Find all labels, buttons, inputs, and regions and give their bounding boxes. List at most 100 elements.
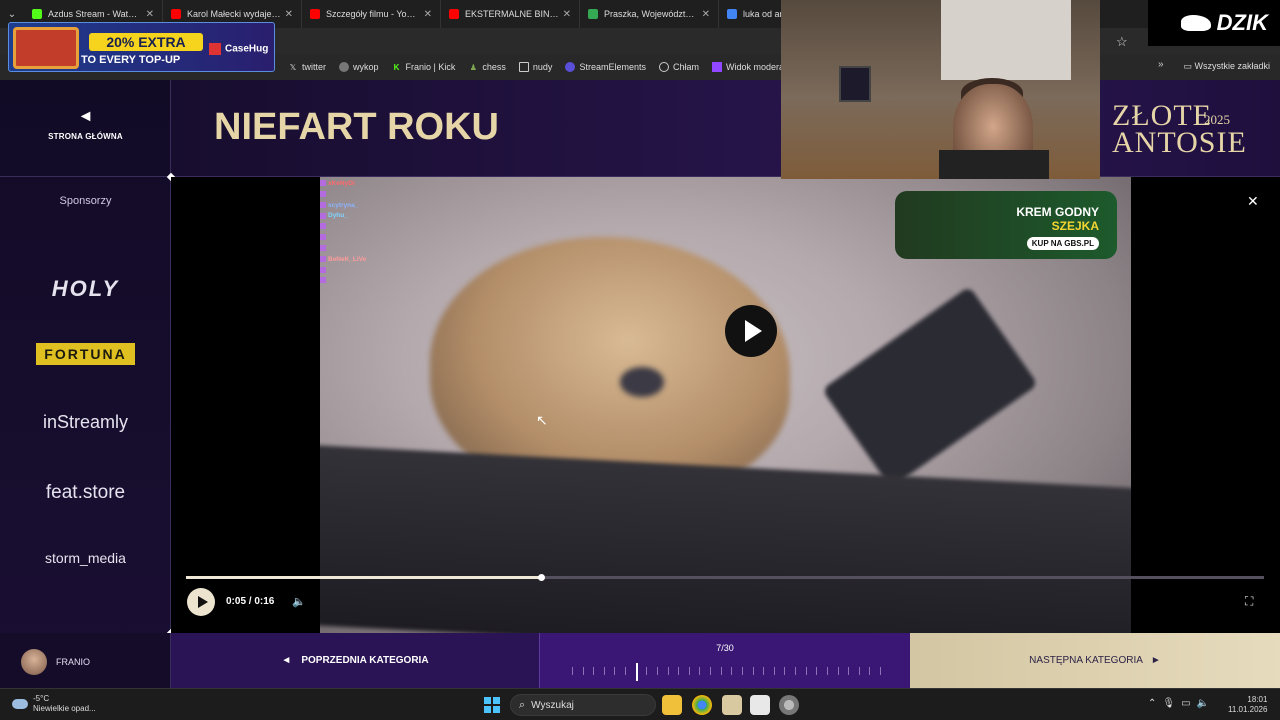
chat-line: xcytryna_ (320, 201, 450, 212)
all-bookmarks-button[interactable]: ▭ Wszystkie zakładki (1183, 61, 1270, 72)
chat-badge-icon (320, 277, 326, 284)
stream-chat-overlay: xKeNyDi xcytryna_ Dyhu_ BeNeK_LiVe (320, 179, 450, 287)
tv-screen (839, 66, 871, 102)
taskbar-search[interactable]: ⌕ Wyszukaj (510, 694, 656, 716)
sponsor-holy-logo[interactable]: HOLY (0, 276, 171, 302)
zlote-antosie-logo: ZŁOTE ANTOSIE (1112, 99, 1247, 159)
app-icon[interactable] (722, 695, 742, 715)
weather-widget[interactable]: -5°C Niewielkie opad... (12, 694, 96, 714)
bookmark-nudy[interactable]: nudy (518, 62, 552, 72)
chat-line (320, 233, 450, 244)
chat-line (320, 222, 450, 233)
left-sidebar: ◄ STRONA GŁÓWNA Sponsorzy HOLY FORTUNA i… (0, 80, 171, 688)
app-icon[interactable] (750, 695, 770, 715)
sponsor-stormmedia-logo[interactable]: storm_media (0, 550, 171, 566)
streamer-shirt (939, 150, 1049, 179)
window-light (941, 0, 1071, 80)
video-progress-bar[interactable] (186, 574, 1264, 581)
maps-favicon-icon (588, 9, 598, 19)
home-button[interactable]: ◄ STRONA GŁÓWNA (0, 108, 171, 141)
play-button-large[interactable] (725, 305, 777, 357)
arrow-left-icon: ◄ (281, 655, 292, 666)
category-tick (837, 667, 839, 675)
progress-handle[interactable] (537, 574, 545, 581)
bookmark-streamelements[interactable]: StreamElements (565, 62, 646, 72)
chess-icon: ♟ (469, 62, 477, 72)
youtube-favicon-icon (171, 9, 181, 19)
settings-icon[interactable] (779, 695, 799, 715)
chrome-icon[interactable] (692, 695, 712, 715)
volume-icon[interactable]: 🔈 (292, 595, 306, 608)
category-tick (741, 667, 743, 675)
category-tick (720, 667, 722, 675)
category-tick (572, 667, 573, 675)
progress-fill (186, 576, 541, 579)
more-bookmarks-chevron-icon[interactable]: » (1158, 59, 1164, 70)
bookmark-chess[interactable]: ♟ chess (468, 62, 506, 72)
close-tab-icon[interactable]: ✕ (146, 9, 154, 20)
file-explorer-icon[interactable] (662, 695, 682, 715)
streamelements-icon (565, 62, 576, 72)
globe-icon (658, 62, 669, 72)
bookmark-twitter[interactable]: 𝕏twitter (288, 62, 326, 72)
start-button[interactable] (484, 697, 500, 713)
promo-subtitle: TO EVERY TOP-UP (81, 54, 181, 66)
sponsor-instreamly-logo[interactable]: inStreamly (0, 412, 171, 433)
wykop-icon (339, 62, 350, 72)
chat-badge-icon (320, 245, 326, 252)
page-title: NIEFART ROKU (214, 106, 499, 148)
streamer-webcam (781, 0, 1100, 179)
avatar (21, 649, 47, 675)
clock[interactable]: 18:01 11.01.2026 (1228, 695, 1267, 715)
category-tick (710, 667, 712, 675)
category-tick (646, 667, 648, 675)
video-player[interactable]: xKeNyDi xcytryna_ Dyhu_ BeNeK_LiVe KREM … (171, 177, 1280, 633)
previous-category-button[interactable]: ◄ POPRZEDNIA KATEGORIA (171, 633, 540, 688)
arrow-right-icon: ► (1150, 655, 1161, 666)
category-tick (773, 667, 775, 675)
play-icon (745, 320, 762, 342)
close-tab-icon[interactable]: ✕ (424, 9, 432, 20)
close-tab-icon[interactable]: ✕ (285, 9, 293, 20)
category-tick (667, 667, 669, 675)
chat-line (320, 276, 450, 287)
brand-year: 2025 (1204, 112, 1230, 127)
fullscreen-icon[interactable]: ⛶ (1245, 594, 1253, 609)
browser-tab[interactable]: EKSTERMALNE BINGO NA✕ (441, 0, 580, 28)
search-icon: ⌕ (519, 698, 526, 711)
browser-tab[interactable]: Szczegóły filmu - YouTub ✕ (302, 0, 441, 28)
youtube-favicon-icon (449, 9, 459, 19)
browser-tab[interactable]: Praszka, Województwo op✕ (580, 0, 719, 28)
bookmark-chlam[interactable]: Chłam (658, 62, 699, 72)
category-tick-current (635, 663, 638, 681)
sponsor-fortuna-logo[interactable]: FORTUNA (0, 343, 171, 365)
category-tick (625, 667, 627, 675)
bookmark-kick[interactable]: K Franio | Kick (392, 62, 456, 72)
chat-line (320, 265, 450, 276)
video-frame: xKeNyDi xcytryna_ Dyhu_ BeNeK_LiVe KREM … (320, 177, 1131, 633)
category-tick (731, 667, 733, 675)
category-tick (593, 667, 595, 675)
bookmark-wykop[interactable]: wykop (339, 62, 379, 72)
category-tick (763, 667, 765, 675)
chat-badge-icon (320, 266, 326, 273)
chat-line: BeNeK_LiVe (320, 255, 450, 266)
next-category-button[interactable]: NASTĘPNA KATEGORIA ► (910, 633, 1280, 688)
close-tab-icon[interactable]: ✕ (702, 9, 710, 20)
close-icon[interactable]: ✕ (1247, 193, 1259, 210)
system-tray[interactable]: ⌃🎙▭🔈 (1148, 698, 1215, 709)
bookmark-star-icon[interactable]: ☆ (1116, 34, 1128, 50)
promo-extra: 20% EXTRA (89, 33, 203, 51)
category-tick (678, 667, 680, 675)
user-profile[interactable]: FRANIO (0, 633, 171, 688)
play-button[interactable] (187, 588, 215, 616)
twitch-icon (711, 62, 722, 72)
close-tab-icon[interactable]: ✕ (563, 9, 571, 20)
home-label: STRONA GŁÓWNA (48, 132, 123, 141)
sponsor-featstore-logo[interactable]: feat.store (0, 482, 171, 504)
category-tick (858, 667, 860, 675)
chat-badge-icon (320, 201, 326, 208)
kitten-eye (620, 367, 664, 397)
case-image (13, 27, 79, 69)
category-tick (816, 667, 818, 675)
